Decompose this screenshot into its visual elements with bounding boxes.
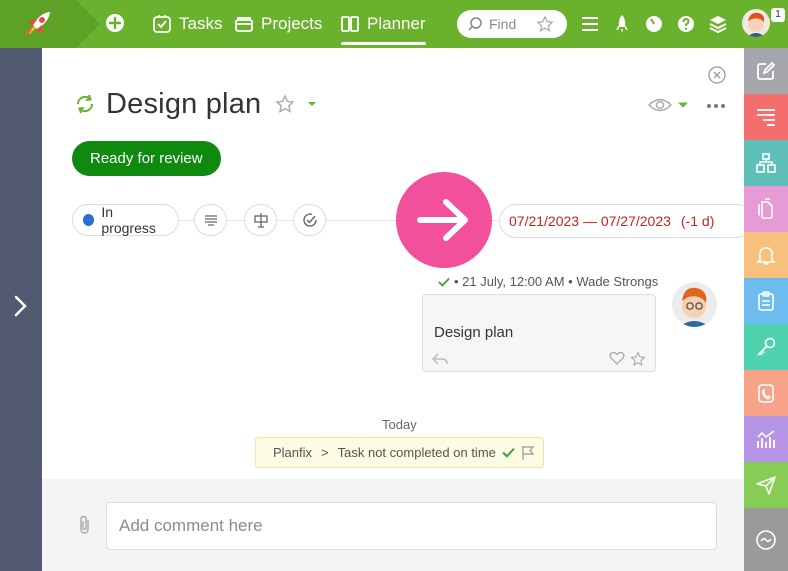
comment-text: Design plan <box>434 324 514 341</box>
nav-tasks[interactable]: Tasks <box>152 0 222 48</box>
reply-icon[interactable] <box>431 352 449 366</box>
analytics-icon <box>757 430 775 448</box>
comment-composer <box>42 479 744 571</box>
active-tab-indicator <box>341 42 426 45</box>
documents-icon <box>758 198 773 219</box>
close-icon[interactable] <box>708 66 726 84</box>
description-icon <box>204 215 217 226</box>
nav-planner-label: Planner <box>367 14 426 33</box>
layers-icon[interactable] <box>708 14 728 34</box>
sidebar-list[interactable] <box>744 94 788 140</box>
date-range: 07/21/2023 — 07/27/2023 <box>509 213 671 229</box>
sidebar-clipboard[interactable] <box>744 278 788 324</box>
tasks-icon <box>153 15 171 33</box>
event-source: Planfix <box>273 445 313 460</box>
task-state-pill[interactable]: In progress <box>72 204 179 236</box>
left-collapsed-panel[interactable] <box>0 48 42 571</box>
chevron-right-icon[interactable] <box>11 294 31 318</box>
sidebar-edit[interactable] <box>744 48 788 94</box>
caret-down-icon <box>678 102 688 108</box>
caret-down-icon[interactable] <box>307 100 317 108</box>
comment-meta: • 21 July, 12:00 AM • Wade Strongs <box>438 274 658 289</box>
task-title[interactable]: Design plan <box>106 88 261 121</box>
status-action-button[interactable]: Ready for review <box>72 141 221 176</box>
day-separator: Today <box>382 417 417 432</box>
nav-tasks-label: Tasks <box>179 14 223 33</box>
event-separator: > <box>321 445 329 460</box>
notification-badge: 1 <box>771 8 785 22</box>
sidebar-smile[interactable] <box>744 508 788 571</box>
search-input[interactable]: Find <box>457 10 567 38</box>
comment-meta-text: • 21 July, 12:00 AM • Wade Strongs <box>454 274 659 289</box>
timer-icon[interactable] <box>644 14 664 34</box>
checklist-button[interactable] <box>244 204 277 236</box>
arrow-right-icon <box>417 199 468 241</box>
paperclip-icon[interactable] <box>77 515 93 535</box>
recurring-icon <box>76 94 94 114</box>
right-sidebar <box>744 48 788 571</box>
structure-icon <box>756 153 776 173</box>
search-placeholder: Find <box>489 16 517 32</box>
sidebar-structure[interactable] <box>744 140 788 186</box>
comment-input[interactable] <box>106 502 717 550</box>
sidebar-documents[interactable] <box>744 186 788 232</box>
complete-button[interactable] <box>293 204 326 236</box>
commenter-avatar[interactable] <box>672 282 717 327</box>
search-icon <box>468 17 482 31</box>
favorite-star-icon[interactable] <box>536 15 554 33</box>
projects-icon <box>235 17 253 32</box>
heart-icon[interactable] <box>609 351 625 365</box>
signpost-icon <box>253 213 268 228</box>
task-state-label: In progress <box>101 204 156 236</box>
add-plus-icon[interactable] <box>105 13 125 33</box>
sidebar-send[interactable] <box>744 462 788 508</box>
nav-projects-label: Projects <box>261 14 323 33</box>
eye-icon <box>648 98 672 112</box>
menu-icon[interactable] <box>580 14 600 34</box>
help-icon[interactable] <box>676 14 696 34</box>
nav-projects[interactable]: Projects <box>234 0 322 48</box>
overdue-label: (-1 d) <box>680 213 715 229</box>
visibility-menu[interactable] <box>648 96 690 114</box>
sidebar-analytics[interactable] <box>744 416 788 462</box>
top-navigation-bar: Tasks Projects Planner Find 1 <box>0 0 788 48</box>
task-header: Design plan <box>74 86 317 122</box>
comment-bubble[interactable]: Design plan <box>422 294 656 372</box>
list-icon <box>757 109 775 126</box>
send-icon <box>756 476 776 495</box>
smile-icon <box>756 529 776 550</box>
rocket-logo-icon[interactable] <box>22 10 52 38</box>
event-text: Task not completed on time <box>337 445 496 460</box>
task-panel: Design plan Ready for review In progress <box>42 48 754 571</box>
key-icon <box>757 337 776 356</box>
description-button[interactable] <box>194 204 227 236</box>
nav-planner[interactable]: Planner <box>340 0 426 48</box>
flag-icon[interactable] <box>521 445 535 461</box>
contacts-icon <box>758 384 774 403</box>
sidebar-notifications[interactable] <box>744 232 788 278</box>
clipboard-icon <box>758 291 774 311</box>
rocket-icon[interactable] <box>612 14 632 34</box>
more-options-icon[interactable] <box>706 96 726 116</box>
bell-icon <box>756 247 776 265</box>
star-icon[interactable] <box>630 351 646 367</box>
user-avatar[interactable] <box>742 9 770 37</box>
planner-icon <box>341 16 359 32</box>
checkmark-icon <box>502 448 515 458</box>
edit-icon <box>757 61 776 80</box>
star-icon[interactable] <box>275 94 295 114</box>
sidebar-keys[interactable] <box>744 324 788 370</box>
state-dot <box>83 214 95 226</box>
check-circle-icon <box>302 213 317 227</box>
system-event-note: Planfix > Task not completed on time <box>255 437 544 468</box>
navigate-arrow-button[interactable] <box>396 172 492 268</box>
date-range-pill[interactable]: 07/21/2023 — 07/27/2023 (-1 d) <box>499 204 754 238</box>
sidebar-contacts[interactable] <box>744 370 788 416</box>
checkmark-icon <box>438 277 450 287</box>
